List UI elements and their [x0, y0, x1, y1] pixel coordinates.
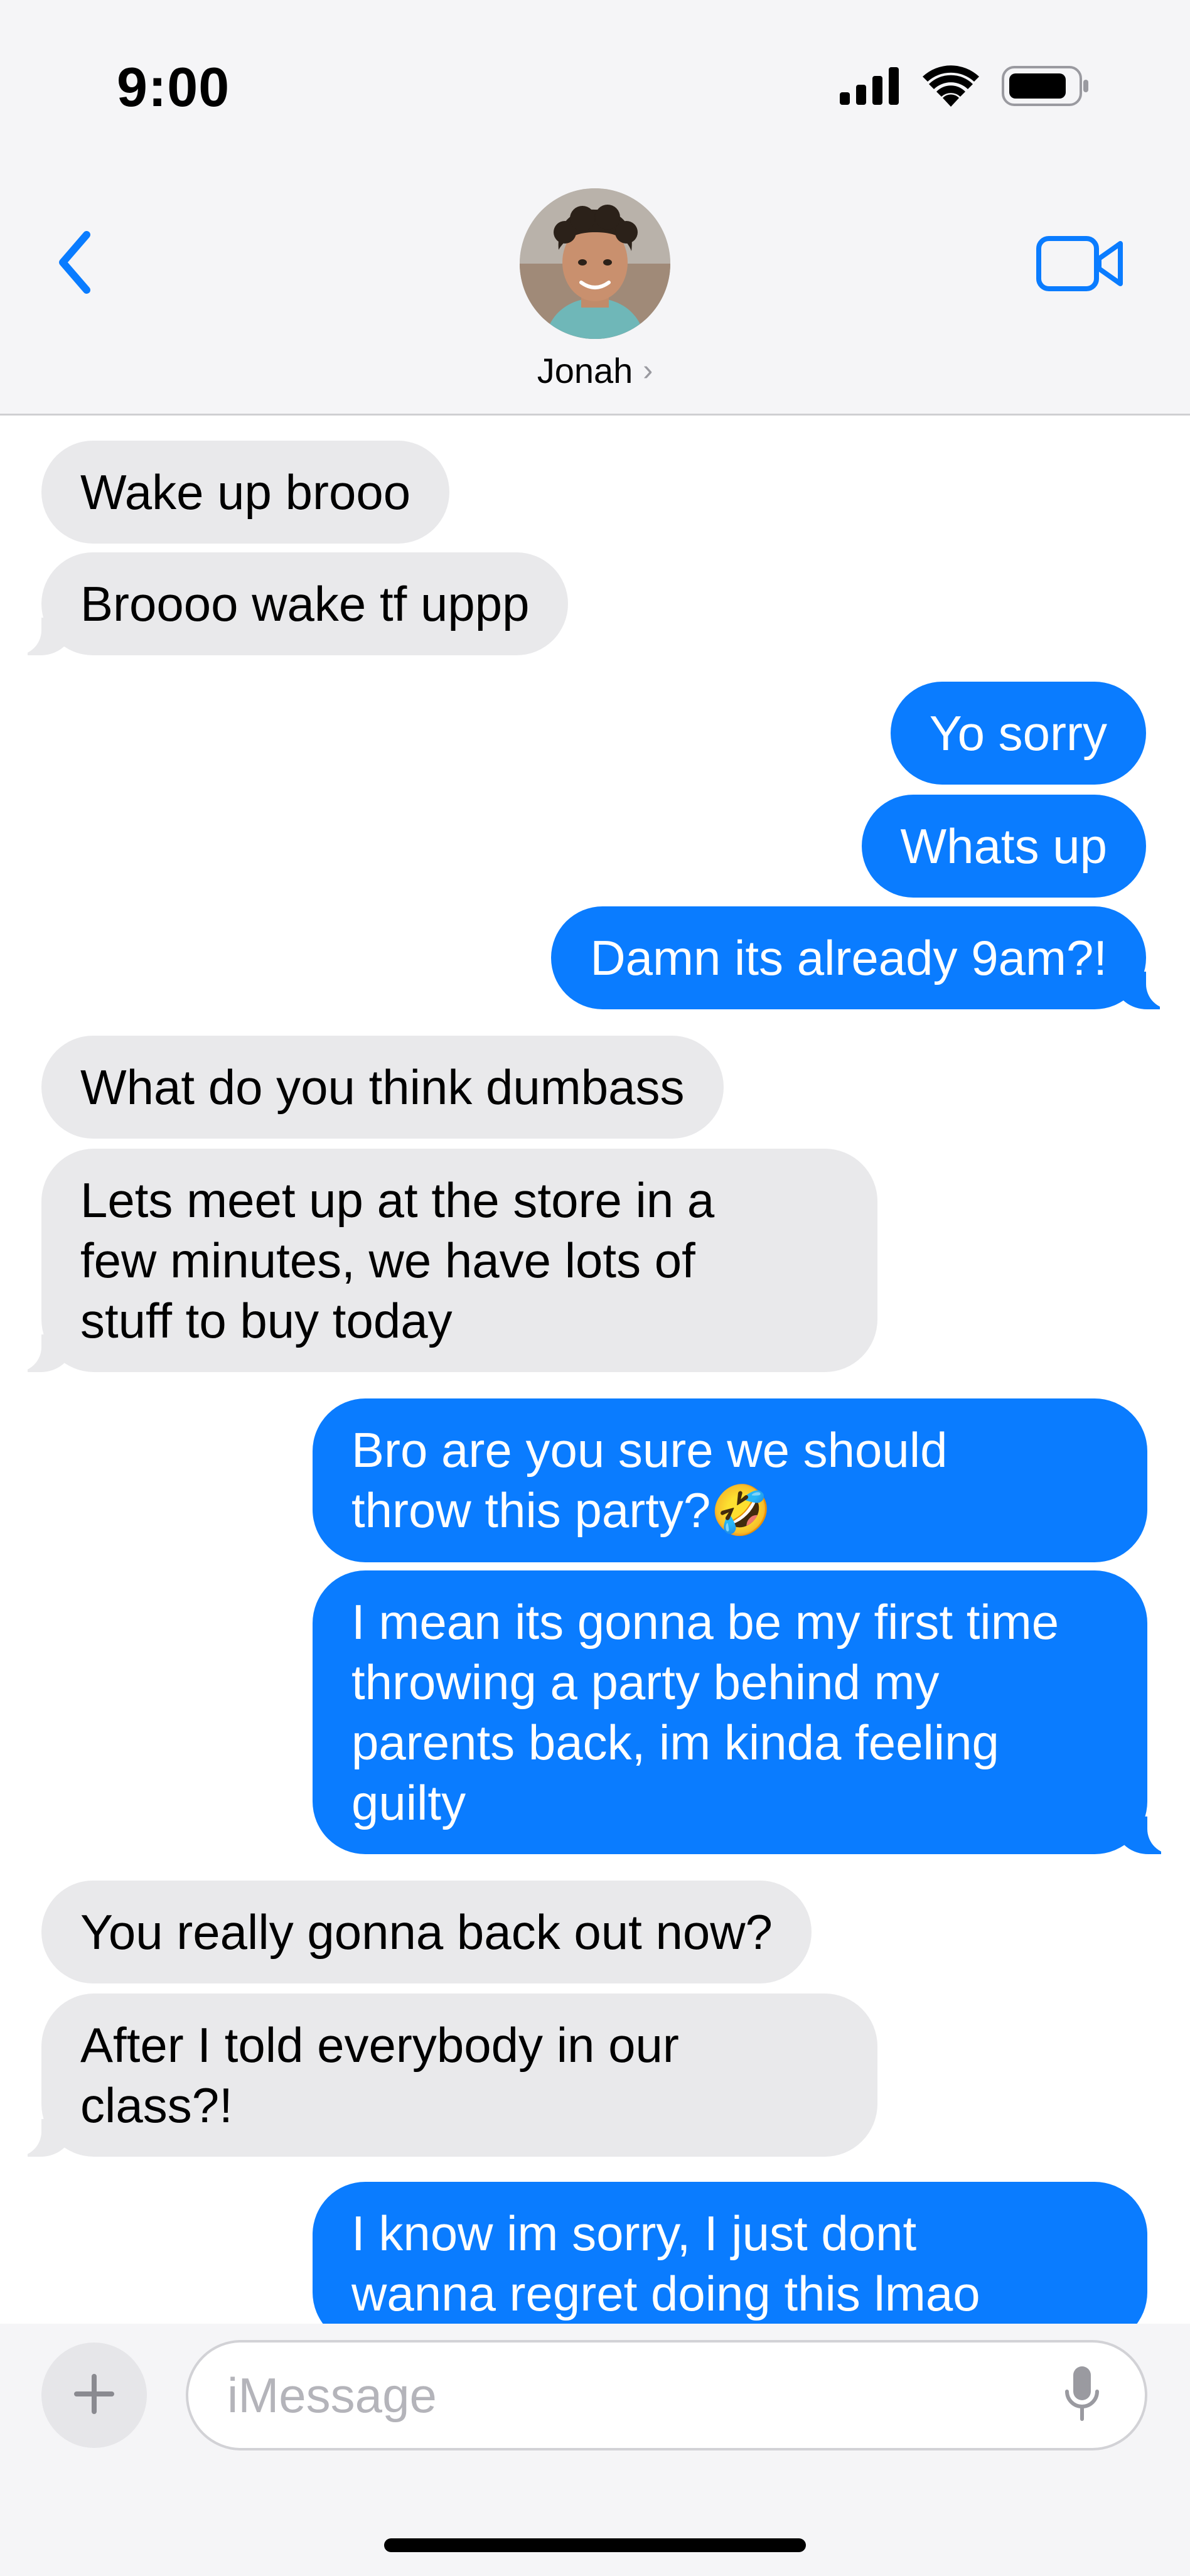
facetime-video-button[interactable] [1033, 233, 1127, 296]
conversation-header: 9:00 Jonah › [0, 0, 1190, 416]
message-bubble-outgoing[interactable]: Whats up [861, 795, 1146, 898]
back-button[interactable] [44, 226, 107, 301]
message-bubble-outgoing[interactable]: I mean its gonna be my first time throwi… [313, 1570, 1179, 1854]
contact-name-button[interactable]: Jonah › [0, 350, 1190, 391]
apps-plus-button[interactable] [41, 2343, 147, 2448]
message-bubble-incoming[interactable]: Lets meet up at the store in a few minut… [10, 1149, 877, 1372]
messages-screen: 9:00 Jonah › Wake up brooo Broooo wake t… [0, 0, 1190, 2576]
dictation-button[interactable] [1057, 2364, 1107, 2427]
battery-icon [1002, 66, 1090, 109]
message-bubble-incoming[interactable]: You really gonna back out now? [41, 1881, 812, 1983]
back-chevron-icon [56, 230, 94, 297]
message-list[interactable]: Wake up brooo Broooo wake tf uppp Yo sor… [0, 416, 1190, 2324]
video-camera-icon [1036, 235, 1124, 296]
message-bubble-incoming[interactable]: What do you think dumbass [41, 1036, 724, 1139]
home-indicator[interactable] [384, 2538, 806, 2552]
message-bubble-incoming[interactable]: After I told everybody in our class?! [10, 1994, 877, 2157]
contact-name: Jonah [537, 351, 633, 390]
composer-bar [0, 2324, 1190, 2576]
message-bubble-outgoing[interactable]: Yo sorry [890, 682, 1146, 785]
status-icons [840, 65, 1090, 110]
message-bubble-outgoing[interactable]: Bro are you sure we should throw this pa… [313, 1398, 1147, 1562]
message-bubble-incoming[interactable]: Broooo wake tf uppp [9, 552, 569, 655]
imessage-field[interactable] [186, 2340, 1147, 2450]
rolling-laughing-emoji: 🤣 [710, 1483, 772, 1539]
message-bubble-incoming[interactable]: Wake up brooo [41, 441, 450, 544]
microphone-icon [1063, 2365, 1101, 2426]
wifi-icon [923, 65, 979, 110]
cellular-signal-icon [840, 67, 900, 108]
message-bubble-outgoing[interactable]: I know im sorry, I just dont wanna regre… [313, 2182, 1147, 2324]
chevron-right-icon: › [643, 354, 653, 387]
plus-icon [74, 2373, 114, 2417]
contact-avatar[interactable] [520, 188, 670, 339]
status-time: 9:00 [117, 56, 230, 118]
message-input[interactable] [226, 2343, 1042, 2448]
message-bubble-outgoing[interactable]: Damn its already 9am?! [551, 906, 1177, 1009]
